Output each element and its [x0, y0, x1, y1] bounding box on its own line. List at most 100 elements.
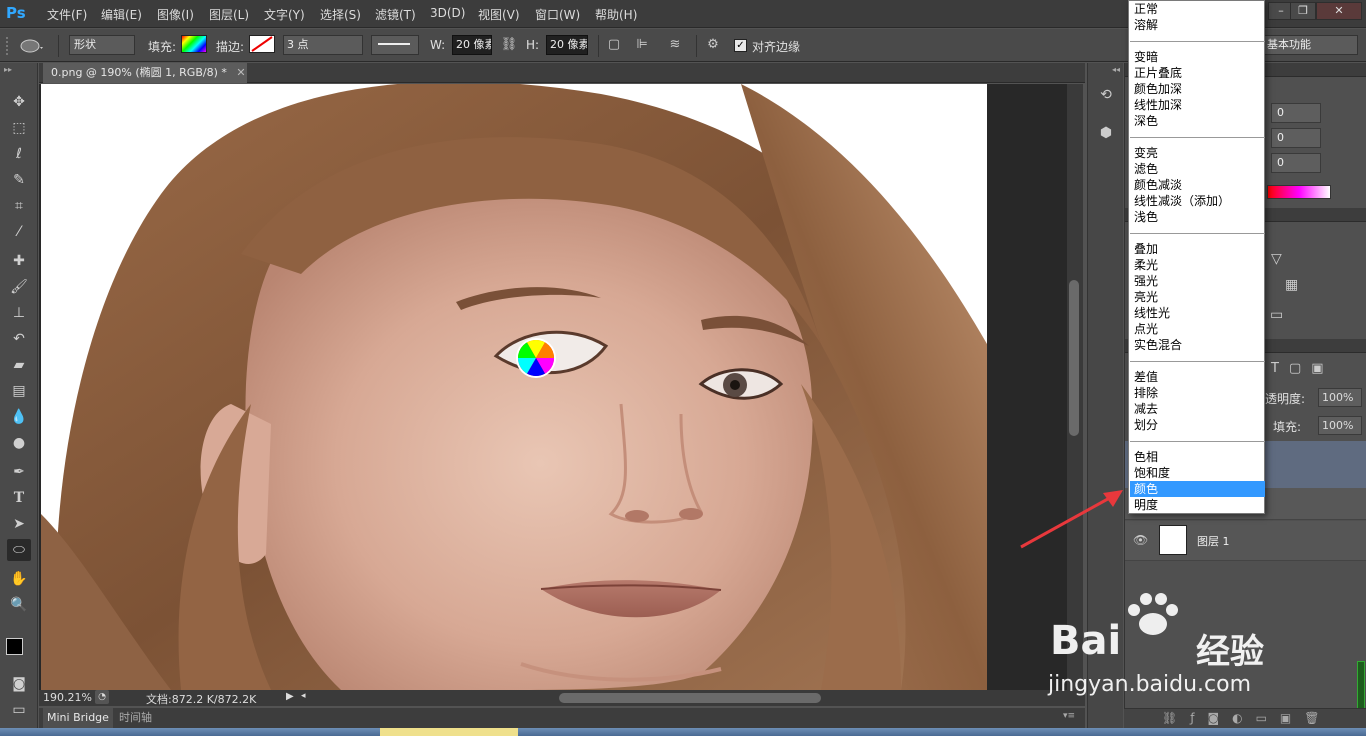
- blend-lighten[interactable]: 变亮: [1130, 145, 1265, 161]
- blend-color-selected[interactable]: 颜色: [1130, 481, 1265, 497]
- menu-view[interactable]: 视图(V): [478, 6, 520, 23]
- menu-filter[interactable]: 滤镜(T): [375, 6, 416, 23]
- blend-hard-light[interactable]: 强光: [1130, 273, 1265, 289]
- restore-icon[interactable]: ❐: [1290, 2, 1316, 20]
- tab-mini-bridge[interactable]: Mini Bridge: [43, 708, 113, 728]
- path-operations-icon[interactable]: ▢: [605, 36, 623, 54]
- move-tool-icon[interactable]: ✥: [7, 91, 31, 113]
- menu-window[interactable]: 窗口(W): [535, 6, 580, 23]
- blend-soft-light[interactable]: 柔光: [1130, 257, 1265, 273]
- layer-actions-icons[interactable]: ⛓ƒ◙◐▭▣🗑: [1162, 711, 1332, 725]
- path-alignment-icon[interactable]: ⊫: [633, 36, 651, 54]
- menu-select[interactable]: 选择(S): [320, 6, 361, 23]
- status-menu-icon[interactable]: ◔: [95, 690, 109, 704]
- history-panel-icon[interactable]: ⟲: [1096, 87, 1116, 107]
- clone-stamp-tool-icon[interactable]: ⊥: [7, 302, 31, 324]
- color-lookup-icon[interactable]: ▦: [1285, 277, 1298, 293]
- hand-tool-icon[interactable]: ✋: [7, 568, 31, 590]
- layer-row-image[interactable]: 👁 图层 1: [1125, 521, 1366, 561]
- tab-timeline[interactable]: 时间轴: [119, 708, 152, 728]
- layer-name[interactable]: 图层 1: [1197, 533, 1230, 549]
- history-brush-tool-icon[interactable]: ↶: [7, 328, 31, 350]
- menu-layer[interactable]: 图层(L): [209, 6, 249, 23]
- blend-divide[interactable]: 划分: [1130, 417, 1265, 433]
- gradient-tool-icon[interactable]: ▤: [7, 380, 31, 402]
- color-value-3[interactable]: 0: [1271, 153, 1321, 173]
- foreground-color-swatch[interactable]: [6, 638, 23, 655]
- menu-edit[interactable]: 编辑(E): [101, 6, 142, 23]
- horizontal-scroll-thumb[interactable]: [559, 693, 821, 703]
- color-spectrum-bar[interactable]: [1267, 185, 1331, 199]
- opacity-field[interactable]: 100%: [1318, 388, 1362, 407]
- blend-dissolve[interactable]: 溶解: [1130, 17, 1265, 33]
- lasso-tool-icon[interactable]: ℓ: [7, 143, 31, 165]
- brush-tool-icon[interactable]: 🖌: [7, 276, 31, 298]
- blend-normal[interactable]: 正常: [1130, 1, 1265, 17]
- properties-panel-icon[interactable]: ⬢: [1096, 125, 1116, 145]
- ellipse-tool-preset-icon[interactable]: [18, 38, 44, 54]
- link-icon[interactable]: ⛓: [500, 36, 518, 54]
- panel-menu-icon[interactable]: ▾≡: [1063, 711, 1075, 721]
- color-value-2[interactable]: 0: [1271, 128, 1321, 148]
- blend-subtract[interactable]: 减去: [1130, 401, 1265, 417]
- blend-color-burn[interactable]: 颜色加深: [1130, 81, 1265, 97]
- status-arrow-icon[interactable]: ▶: [286, 691, 294, 702]
- screen-mode-icon[interactable]: ▭: [7, 699, 31, 721]
- color-value-1[interactable]: 0: [1271, 103, 1321, 123]
- stroke-type-select[interactable]: [371, 35, 419, 55]
- path-selection-tool-icon[interactable]: ➤: [7, 513, 31, 535]
- gear-icon[interactable]: ⚙: [704, 36, 722, 54]
- eraser-tool-icon[interactable]: ▰: [7, 354, 31, 376]
- zoom-tool-icon[interactable]: 🔍: [7, 594, 31, 616]
- photo-canvas[interactable]: [41, 84, 987, 690]
- menu-file[interactable]: 文件(F): [47, 6, 87, 23]
- mode-select[interactable]: 形状: [69, 35, 135, 55]
- close-icon[interactable]: ✕: [1316, 2, 1362, 20]
- document-tab[interactable]: 0.png @ 190% (椭圆 1, RGB/8) * ✕: [43, 63, 247, 83]
- blend-linear-light[interactable]: 线性光: [1130, 305, 1265, 321]
- vibrance-icon[interactable]: ▽: [1271, 251, 1282, 267]
- blend-hue[interactable]: 色相: [1130, 449, 1265, 465]
- close-tab-icon[interactable]: ✕: [236, 66, 245, 79]
- blend-lighter-color[interactable]: 浅色: [1130, 209, 1265, 225]
- width-field[interactable]: 20 像素: [452, 35, 492, 55]
- blend-luminosity[interactable]: 明度: [1130, 497, 1265, 513]
- healing-brush-tool-icon[interactable]: ✚: [7, 250, 31, 272]
- dodge-tool-icon[interactable]: ●: [7, 432, 31, 454]
- eye-icon[interactable]: 👁: [1133, 533, 1148, 547]
- blend-color-dodge[interactable]: 颜色减淡: [1130, 177, 1265, 193]
- fill-swatch[interactable]: [181, 35, 207, 53]
- blend-screen[interactable]: 滤色: [1130, 161, 1265, 177]
- blend-mode-dropdown[interactable]: 正常 溶解 变暗 正片叠底 颜色加深 线性加深 深色 变亮 滤色 颜色减淡 线性…: [1128, 0, 1265, 514]
- blend-hard-mix[interactable]: 实色混合: [1130, 337, 1265, 353]
- align-edges-checkbox[interactable]: ✓: [734, 39, 747, 52]
- blend-overlay[interactable]: 叠加: [1130, 241, 1265, 257]
- blend-darker-color[interactable]: 深色: [1130, 113, 1265, 129]
- crop-tool-icon[interactable]: ⌗: [7, 195, 31, 217]
- zoom-level[interactable]: 190.21%: [43, 691, 92, 704]
- fill-opacity-field[interactable]: 100%: [1318, 416, 1362, 435]
- expand-panels-icon[interactable]: ◂◂: [1112, 65, 1120, 74]
- taskbar-button[interactable]: [380, 728, 518, 736]
- menu-help[interactable]: 帮助(H): [595, 6, 637, 23]
- layer-filter-icons[interactable]: T▢▣: [1271, 361, 1334, 376]
- blend-linear-burn[interactable]: 线性加深: [1130, 97, 1265, 113]
- gradient-map-icon[interactable]: ▭: [1270, 307, 1283, 323]
- path-arrangement-icon[interactable]: ≋: [666, 36, 684, 54]
- blend-saturation[interactable]: 饱和度: [1130, 465, 1265, 481]
- menu-3d[interactable]: 3D(D): [430, 6, 465, 20]
- height-field[interactable]: 20 像素: [546, 35, 588, 55]
- quick-mask-icon[interactable]: ◙: [7, 673, 31, 695]
- type-tool-icon[interactable]: T: [7, 487, 31, 509]
- pen-tool-icon[interactable]: ✒: [7, 461, 31, 483]
- stroke-swatch[interactable]: [249, 35, 275, 53]
- blur-tool-icon[interactable]: 💧: [7, 406, 31, 428]
- blend-difference[interactable]: 差值: [1130, 369, 1265, 385]
- blend-linear-dodge[interactable]: 线性减淡（添加）: [1130, 193, 1265, 209]
- blend-darken[interactable]: 变暗: [1130, 49, 1265, 65]
- vertical-scroll-thumb[interactable]: [1069, 280, 1079, 436]
- collapse-icon[interactable]: ▸▸: [4, 65, 12, 74]
- workspace-select[interactable]: 基本功能: [1262, 35, 1358, 55]
- quick-select-tool-icon[interactable]: ✎: [7, 169, 31, 191]
- menu-type[interactable]: 文字(Y): [264, 6, 305, 23]
